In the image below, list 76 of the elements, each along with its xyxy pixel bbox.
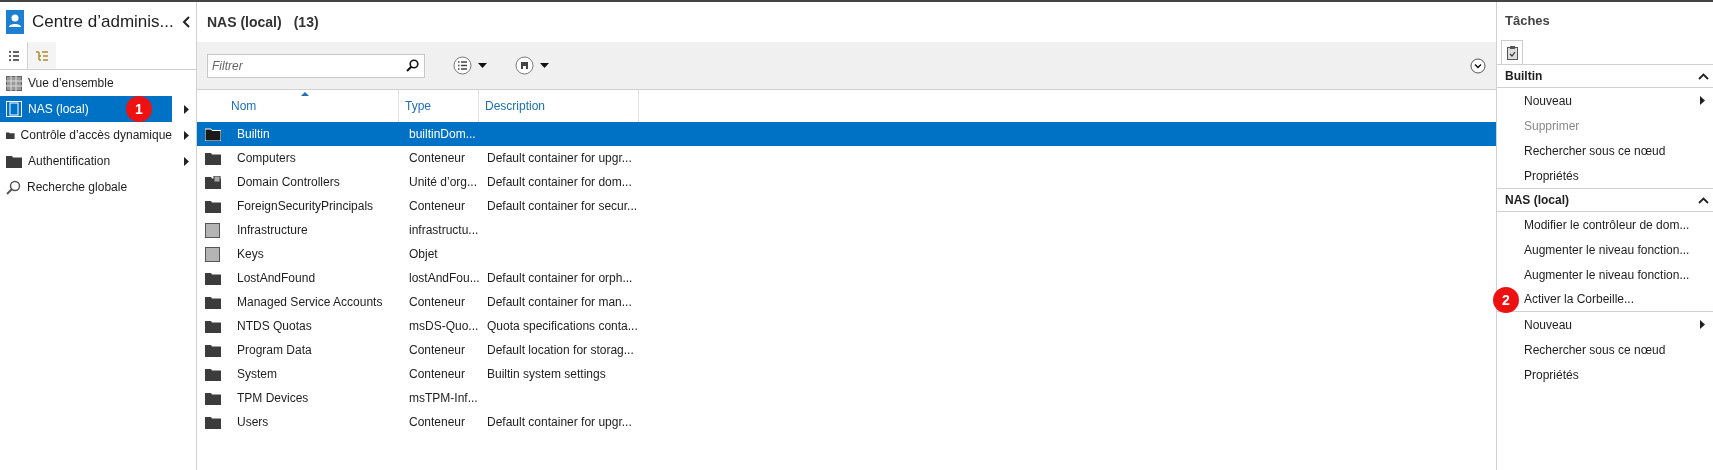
caret-icon [184, 130, 189, 140]
table-row[interactable]: Infrastructure infrastructu... [197, 218, 1496, 242]
nav-item[interactable]: Authentification [0, 148, 172, 174]
folder-icon [205, 271, 221, 285]
tree-icon [36, 50, 48, 61]
table-row[interactable]: Users Conteneur Default container for upgr... [197, 410, 1496, 434]
search-icon [6, 179, 21, 195]
task-link[interactable]: Modifier le contrôleur de dom... [1524, 215, 1690, 234]
task-link[interactable]: Rechercher sous ce nœud [1524, 340, 1666, 359]
object-icon [205, 246, 220, 262]
folder-icon [205, 391, 221, 405]
list-icon [8, 50, 19, 61]
table-row[interactable]: System Conteneur Builtin system settings [197, 362, 1496, 386]
collapse-icon[interactable] [182, 16, 190, 28]
user-icon [6, 10, 24, 34]
folder-icon [205, 319, 221, 333]
filter-field[interactable]: Filtrer [207, 53, 425, 78]
table-row[interactable]: ForeignSecurityPrincipals Conteneur Default container for secur... [197, 194, 1496, 218]
app-title: Centre d’adminis... [32, 11, 174, 34]
nav-item[interactable]: Recherche globale [0, 174, 172, 200]
callout-badge: 2 [1493, 287, 1519, 313]
clipboard-icon [1506, 45, 1518, 60]
table-row[interactable]: LostAndFound lostAndFou... Default container for orph... [197, 266, 1496, 290]
task-link[interactable]: Activer la Corbeille... [1524, 290, 1635, 308]
caret-icon [1700, 96, 1705, 105]
task-link[interactable]: Nouveau [1524, 315, 1573, 334]
callout-badge: 1 [126, 96, 152, 122]
folder-icon [205, 151, 221, 165]
sort-arrow-icon [301, 92, 309, 96]
search-icon [406, 58, 419, 72]
page-title: NAS (local) [207, 12, 282, 32]
caret-icon [184, 156, 189, 166]
grid-icon [6, 75, 22, 91]
folder-icon [205, 199, 221, 213]
save-icon [515, 56, 534, 75]
view-menu-button[interactable] [453, 56, 487, 75]
table-row[interactable]: Builtin builtinDom... [197, 122, 1496, 146]
folder-icon [205, 127, 221, 141]
item-count: (13) [293, 12, 319, 32]
folder-icon [205, 343, 221, 357]
task-link[interactable]: Propriétés [1524, 365, 1579, 384]
folder-icon [205, 415, 221, 429]
folder-icon [6, 154, 22, 168]
section-title: NAS (local) [1505, 192, 1569, 209]
folder-icon [205, 175, 221, 189]
dropdown-caret-icon [478, 63, 487, 68]
task-link[interactable]: Augmenter le niveau fonction... [1524, 240, 1690, 259]
caret-icon [184, 104, 189, 114]
nav-item[interactable]: Contrôle d’accès dynamique [0, 122, 172, 148]
table-row[interactable]: Program Data Conteneur Default location for storag... [197, 338, 1496, 362]
list-icon [453, 56, 472, 75]
table-row[interactable]: NTDS Quotas msDS-Quo... Quota specifications conta... [197, 314, 1496, 338]
section-title: Builtin [1505, 68, 1543, 85]
caret-icon [1700, 320, 1705, 329]
table-row[interactable]: TPM Devices msTPM-Inf... [197, 386, 1496, 410]
folder-icon [205, 295, 221, 309]
collapse-icon[interactable] [1698, 72, 1709, 80]
nav-item[interactable]: Vue d’ensemble [0, 70, 172, 96]
pane-title: Tâches [1504, 12, 1551, 31]
task-link[interactable]: Rechercher sous ce nœud [1524, 141, 1666, 160]
collapse-icon[interactable] [1698, 196, 1709, 204]
table-row[interactable]: Computers Conteneur Default container for upgr... [197, 146, 1496, 170]
task-link[interactable]: Augmenter le niveau fonction... [1524, 265, 1690, 284]
object-icon [205, 222, 220, 238]
server-icon [6, 101, 22, 117]
table-row[interactable]: Keys Objet [197, 242, 1496, 266]
expand-icon[interactable] [1470, 57, 1486, 74]
table-row[interactable]: Managed Service Accounts Conteneur Default container for man... [197, 290, 1496, 314]
nav-item[interactable]: NAS (local) 1 [0, 96, 172, 122]
task-link[interactable]: Nouveau [1524, 91, 1573, 110]
task-link[interactable]: Propriétés [1524, 166, 1579, 185]
tasks-tab[interactable] [1501, 40, 1523, 64]
dropdown-caret-icon [540, 63, 549, 68]
save-menu-button[interactable] [515, 56, 549, 75]
table-row[interactable]: Domain Controllers Unité d’org... Default container for dom... [197, 170, 1496, 194]
folder-icon [205, 367, 221, 381]
